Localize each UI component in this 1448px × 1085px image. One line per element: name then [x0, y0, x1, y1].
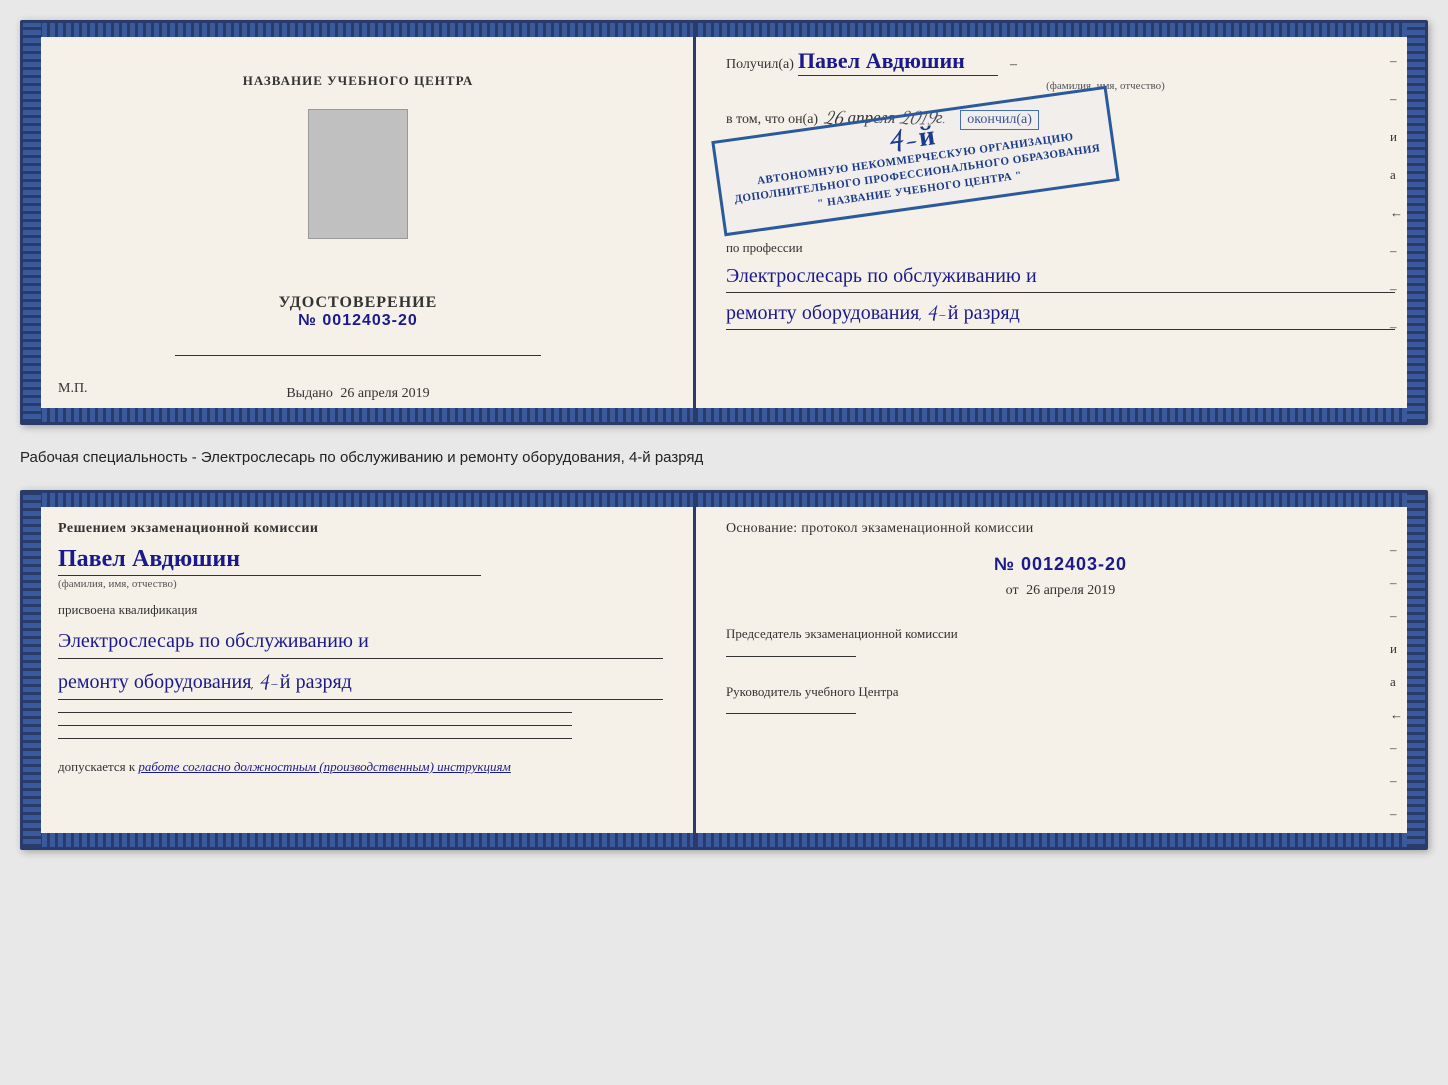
bottom-right-page: Основание: протокол экзаменационной коми…: [696, 493, 1425, 847]
allowed-label: допускается к: [58, 759, 135, 774]
issued-date: 26 апреля 2019: [340, 386, 429, 401]
chairman-sig-line: [726, 656, 856, 657]
received-line: Получил(а) Павел Авдюшин –: [726, 48, 1395, 76]
protocol-date-line: от 26 апреля 2019: [726, 583, 1395, 599]
sig-line-2: [58, 725, 572, 726]
left-spine: [23, 23, 41, 422]
right-spine: [1407, 23, 1425, 422]
bottom-left-spine: [23, 493, 41, 847]
sig-line-1: [58, 712, 572, 713]
bottom-certificate-document: Решением экзаменационной комиссии Павел …: [20, 490, 1428, 850]
vtom-label: в том, что он(а): [726, 112, 818, 128]
basis-label: Основание: протокол экзаменационной коми…: [726, 518, 1395, 539]
photo-placeholder: [308, 109, 408, 239]
director-label: Руководитель учебного Центра: [726, 682, 1395, 702]
bottom-left-page: Решением экзаменационной комиссии Павел …: [23, 493, 696, 847]
recipient-name: Павел Авдюшин: [798, 49, 965, 75]
signature-lines-group: [58, 712, 663, 739]
chairman-label: Председатель экзаменационной комиссии: [726, 624, 1395, 644]
profession-text-line2: ремонту оборудования, 4-й разряд: [726, 297, 1395, 330]
profession-text-line1: Электрослесарь по обслуживанию и: [726, 260, 1395, 293]
cert-label: УДОСТОВЕРЕНИЕ: [279, 294, 438, 312]
top-certificate-document: НАЗВАНИЕ УЧЕБНОГО ЦЕНТРА УДОСТОВЕРЕНИЕ №…: [20, 20, 1428, 425]
right-margin-marks: – – и а ← – – –: [1390, 53, 1403, 335]
fio-subtitle-bottom: (фамилия, имя, отчество): [58, 578, 663, 590]
profession-label: по профессии: [726, 240, 1395, 256]
exam-commission-title: Решением экзаменационной комиссии: [58, 518, 663, 539]
qualification-line2: ремонту оборудования, 4-й разряд: [58, 665, 663, 700]
top-right-page: Получил(а) Павел Авдюшин – (фамилия, имя…: [696, 23, 1425, 422]
received-label: Получил(а): [726, 57, 794, 73]
issued-line: Выдано 26 апреля 2019: [286, 386, 429, 402]
protocol-number: № 0012403-20: [726, 554, 1395, 575]
bottom-right-margin-marks: – – – и а ← – – –: [1390, 543, 1403, 820]
person-name-bottom: Павел Авдюшин: [58, 544, 663, 573]
separator-text: Рабочая специальность - Электрослесарь п…: [20, 443, 1428, 472]
recipient-name-field: Павел Авдюшин: [798, 48, 998, 76]
school-name-title: НАЗВАНИЕ УЧЕБНОГО ЦЕНТРА: [243, 73, 474, 89]
mp-label: М.П.: [58, 381, 88, 397]
allowed-section: допускается к работе согласно должностны…: [58, 759, 663, 775]
director-sig-line: [726, 713, 856, 714]
protocol-date: 26 апреля 2019: [1026, 583, 1115, 598]
assigned-label: присвоена квалификация: [58, 602, 663, 618]
top-left-page: НАЗВАНИЕ УЧЕБНОГО ЦЕНТРА УДОСТОВЕРЕНИЕ №…: [23, 23, 696, 422]
qualification-line1: Электрослесарь по обслуживанию и: [58, 624, 663, 659]
page-wrapper: НАЗВАНИЕ УЧЕБНОГО ЦЕНТРА УДОСТОВЕРЕНИЕ №…: [20, 20, 1428, 850]
cert-number: № 0012403-20: [279, 312, 438, 330]
allowed-text: работе согласно должностным (производств…: [138, 759, 510, 774]
date-prefix: от: [1006, 583, 1019, 598]
issued-label: Выдано: [286, 386, 333, 401]
sig-line-3: [58, 738, 572, 739]
bottom-right-spine: [1407, 493, 1425, 847]
